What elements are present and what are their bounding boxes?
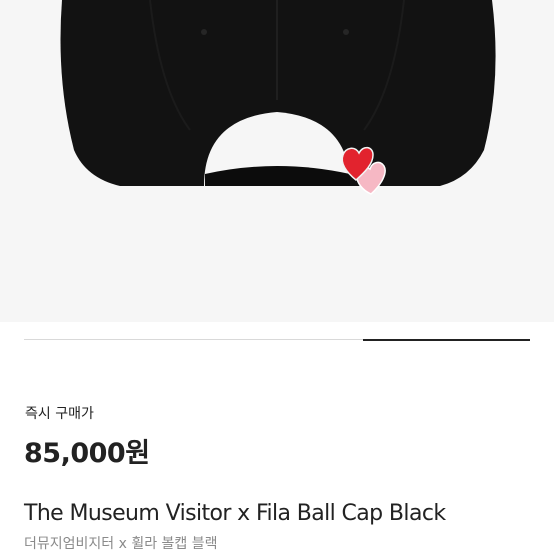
cap-eyelet	[343, 29, 349, 35]
product-name-en: The Museum Visitor x Fila Ball Cap Black	[24, 501, 446, 526]
cap-eyelet	[201, 29, 207, 35]
image-slider-area	[0, 322, 554, 370]
instant-buy-price-label: 즉시 구매가	[25, 406, 94, 422]
image-slider-progress-fill	[363, 338, 530, 341]
instant-buy-price: 85,000원	[24, 438, 150, 469]
cap-illustration	[60, 0, 496, 195]
product-name-ko: 더뮤지엄비지터 x 휠라 볼캡 블랙	[24, 536, 218, 552]
image-slider-progress	[24, 338, 530, 341]
product-image[interactable]	[0, 0, 554, 322]
